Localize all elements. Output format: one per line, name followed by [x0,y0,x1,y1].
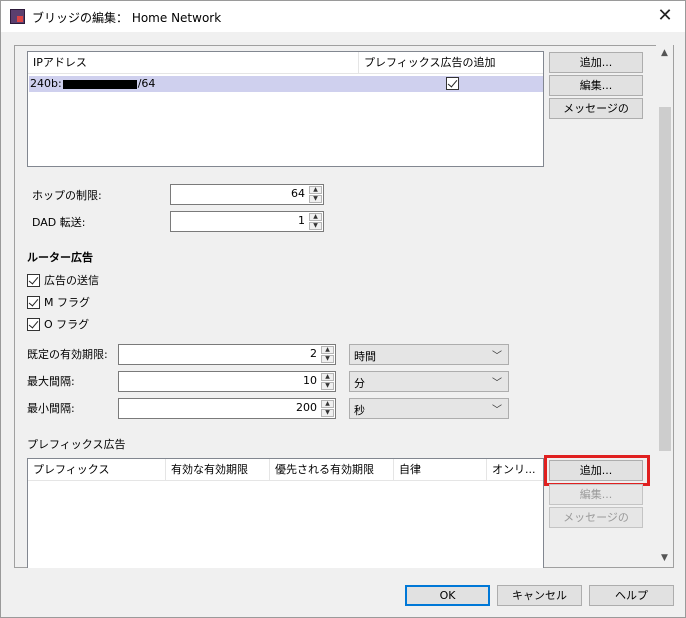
column-header-valid-lifetime[interactable]: 有効な有効期限 [166,459,270,481]
vertical-scrollbar[interactable]: ▲ ▼ [656,45,673,567]
edit-prefix-button[interactable]: 編集... [549,484,643,505]
spin-up-icon[interactable]: ▲ [321,400,334,408]
scroll-down-icon[interactable]: ▼ [656,550,673,567]
column-header-onlink[interactable]: オンリ... [487,459,543,481]
default-lifetime-spinner[interactable]: 2 ▲ ▼ [118,344,336,365]
cancel-button[interactable]: キャンセル [497,585,582,606]
address-message-button[interactable]: メッセージの [549,98,643,119]
table-row[interactable]: 240b: /64 [29,76,543,92]
min-interval-unit-select[interactable]: 秒 ﹀ [349,398,509,419]
min-interval-spinner[interactable]: 200 ▲ ▼ [118,398,336,419]
column-header-prefix-ad[interactable]: プレフィックス広告の追加 [359,52,543,74]
min-interval-label: 最小間隔: [27,402,75,415]
spin-down-icon[interactable]: ▼ [309,222,322,230]
column-header-prefix[interactable]: プレフィックス [28,459,166,481]
column-header-autonomous[interactable]: 自律 [394,459,487,481]
default-lifetime-unit: 時間 [354,350,376,363]
title-bar: ブリッジの編集： Home Network ✕ [1,1,685,32]
prefix-ad-table[interactable]: プレフィックス 有効な有効期限 優先される有効期限 自律 オンリ... [27,458,544,568]
default-lifetime-label: 既定の有効期限: [27,348,108,361]
spin-up-icon[interactable]: ▲ [309,186,322,194]
o-flag-label: O フラグ [44,318,90,331]
edit-bridge-dialog: ブリッジの編集： Home Network ✕ ▲ ▼ IPアドレス プレフィッ… [0,0,686,618]
dad-label: DAD 転送: [32,216,86,229]
max-interval-spinner[interactable]: 10 ▲ ▼ [118,371,336,392]
spin-down-icon[interactable]: ▼ [321,382,334,390]
send-ad-checkbox[interactable] [27,274,40,287]
window-title: ブリッジの編集： Home Network [32,11,222,25]
min-interval-unit: 秒 [354,404,365,417]
chevron-down-icon: ﹀ [492,351,502,362]
m-flag-checkbox[interactable] [27,296,40,309]
hop-limit-spinner[interactable]: 64 ▲ ▼ [170,184,324,205]
o-flag-checkbox[interactable] [27,318,40,331]
spin-down-icon[interactable]: ▼ [321,409,334,417]
min-interval-value: 200 [296,401,317,414]
edit-address-button[interactable]: 編集... [549,75,643,96]
column-header-ip-address[interactable]: IPアドレス [28,52,359,74]
scrollbar-thumb[interactable] [659,107,671,451]
spin-up-icon[interactable]: ▲ [321,373,334,381]
spin-up-icon[interactable]: ▲ [321,346,334,354]
prefix-ad-checkbox[interactable] [446,77,459,90]
column-header-preferred-lifetime[interactable]: 優先される有効期限 [270,459,394,481]
add-address-button[interactable]: 追加... [549,52,643,73]
app-icon [10,9,25,24]
prefix-message-button[interactable]: メッセージの [549,507,643,528]
dad-spinner[interactable]: 1 ▲ ▼ [170,211,324,232]
hop-limit-value: 64 [291,187,305,200]
prefix-ad-heading: プレフィックス広告 [27,438,126,451]
ok-button[interactable]: OK [405,585,490,606]
send-ad-label: 広告の送信 [44,274,99,287]
highlight-box [544,455,650,486]
max-interval-unit-select[interactable]: 分 ﹀ [349,371,509,392]
ip-address-table[interactable]: IPアドレス プレフィックス広告の追加 240b: /64 [27,51,544,167]
chevron-down-icon: ﹀ [492,405,502,416]
redacted-address [62,79,137,89]
dad-value: 1 [298,214,305,227]
hop-limit-label: ホップの制限: [32,189,102,202]
default-lifetime-unit-select[interactable]: 時間 ﹀ [349,344,509,365]
spin-up-icon[interactable]: ▲ [309,213,322,221]
router-ad-heading: ルーター広告 [27,251,93,264]
scroll-up-icon[interactable]: ▲ [656,45,673,62]
ip-prefix: 240b: [30,77,62,90]
max-interval-unit: 分 [354,377,365,390]
chevron-down-icon: ﹀ [492,378,502,389]
spin-down-icon[interactable]: ▼ [321,355,334,363]
ip-suffix: /64 [137,77,156,90]
help-button[interactable]: ヘルプ [589,585,674,606]
close-button[interactable]: ✕ [653,5,677,27]
m-flag-label: M フラグ [44,296,90,309]
default-lifetime-value: 2 [310,347,317,360]
max-interval-value: 10 [303,374,317,387]
ip-address-cell: 240b: /64 [30,76,155,92]
spin-down-icon[interactable]: ▼ [309,195,322,203]
max-interval-label: 最大間隔: [27,375,75,388]
